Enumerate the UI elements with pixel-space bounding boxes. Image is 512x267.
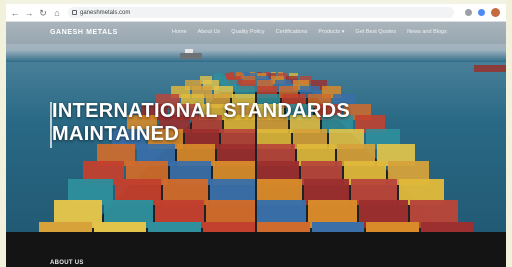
nav-products[interactable]: Products ▾ bbox=[318, 29, 344, 35]
hero-title-line-2: MAINTAINED bbox=[52, 123, 180, 145]
url-text: ganeshmetals.com bbox=[80, 9, 131, 16]
about-section: ABOUT US bbox=[6, 232, 506, 267]
site-logo[interactable]: GANESH METALS bbox=[50, 29, 118, 36]
cargo-container bbox=[93, 222, 146, 232]
address-bar[interactable]: ganeshmetals.com bbox=[68, 7, 454, 18]
cargo-container bbox=[39, 222, 92, 232]
cargo-container bbox=[366, 222, 419, 232]
nav-home[interactable]: Home bbox=[172, 29, 187, 35]
cargo-container bbox=[420, 222, 473, 232]
back-icon[interactable]: ← bbox=[10, 8, 20, 18]
nav-quality-policy[interactable]: Quality Policy bbox=[231, 29, 264, 35]
nav-get-best-quotes[interactable]: Get Best Quotes bbox=[355, 29, 396, 35]
cargo-container bbox=[257, 222, 310, 232]
browser-toolbar: ← → ↻ ⌂ ganeshmetals.com bbox=[6, 4, 506, 22]
nav-news-and-blogs[interactable]: News and Blogs bbox=[407, 29, 447, 35]
reload-icon[interactable]: ↻ bbox=[38, 8, 48, 18]
cargo-container bbox=[148, 222, 201, 232]
about-heading: ABOUT US bbox=[50, 260, 84, 266]
nav-certifications[interactable]: Certifications bbox=[276, 29, 308, 35]
cargo-container bbox=[202, 222, 255, 232]
distant-ship bbox=[180, 49, 202, 59]
lock-icon bbox=[72, 10, 77, 15]
extension-icon[interactable] bbox=[478, 9, 485, 16]
home-icon[interactable]: ⌂ bbox=[52, 8, 62, 18]
hero-title: INTERNATIONAL STANDARDS MAINTAINED bbox=[52, 100, 350, 146]
main-nav: Home About Us Quality Policy Certificati… bbox=[172, 29, 447, 35]
profile-avatar[interactable] bbox=[491, 8, 500, 17]
cargo-container bbox=[311, 222, 364, 232]
hero-banner: GANESH METALS Home About Us Quality Poli… bbox=[6, 22, 506, 232]
nav-about-us[interactable]: About Us bbox=[198, 29, 221, 35]
forward-icon[interactable]: → bbox=[24, 8, 34, 18]
right-frame bbox=[506, 0, 512, 267]
distant-ship-right bbox=[474, 65, 506, 72]
hero-title-line-1: INTERNATIONAL STANDARDS bbox=[52, 100, 351, 122]
bookmark-icon[interactable] bbox=[465, 9, 472, 16]
